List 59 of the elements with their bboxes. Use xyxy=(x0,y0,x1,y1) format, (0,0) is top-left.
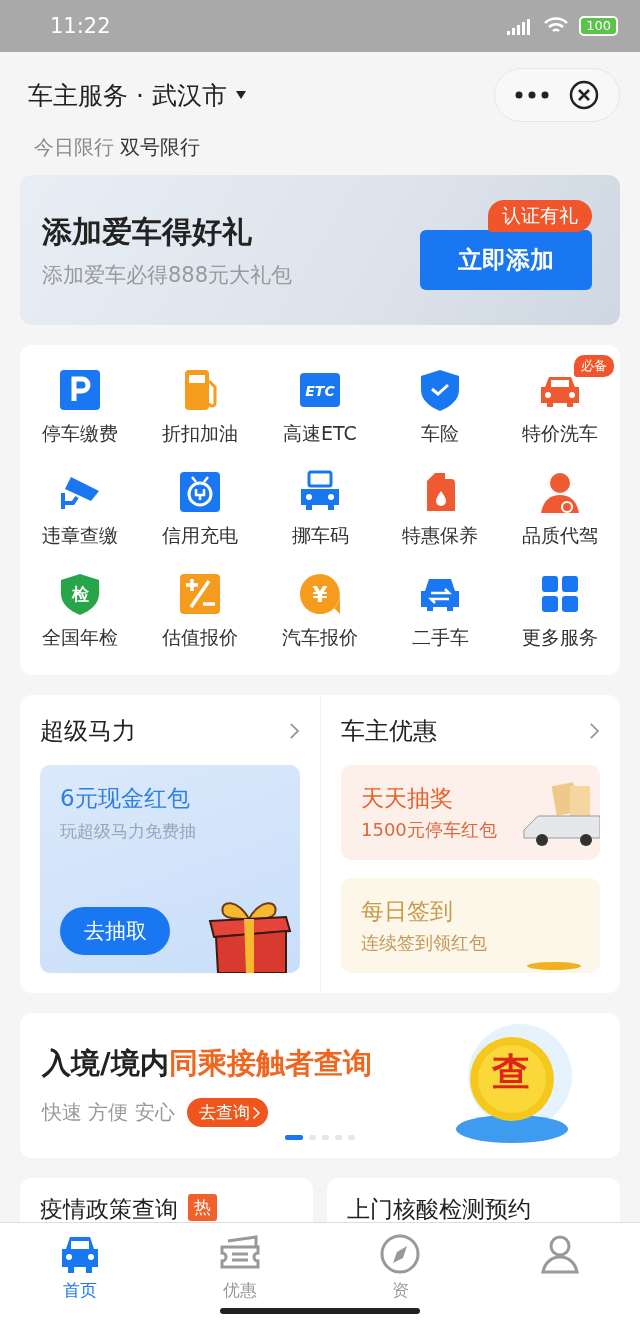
deal-subtitle: 连续签到领红包 xyxy=(361,931,488,955)
battery-level: 100 xyxy=(579,16,618,36)
service-label[interactable]: 折扣加油 xyxy=(162,421,238,447)
service-label[interactable]: 停车缴费 xyxy=(42,421,118,447)
service-label[interactable]: 特惠保养 xyxy=(402,523,478,549)
service-card[interactable]: 疫情政策查询 热 xyxy=(20,1178,313,1222)
service-label[interactable]: 估值报价 xyxy=(162,625,238,651)
service-label[interactable]: 信用充电 xyxy=(162,523,238,549)
more-icon[interactable] xyxy=(515,91,549,99)
section-heading: 车主优惠 xyxy=(341,716,437,747)
lottery-card[interactable]: 6元现金红包 玩超级马力免费抽 去抽取 xyxy=(40,765,300,973)
calculator-icon xyxy=(177,571,223,617)
chevron-icon xyxy=(289,722,300,740)
service-card[interactable]: 上门核酸检测预约 xyxy=(327,1178,620,1222)
service-label[interactable]: 车险 xyxy=(421,421,459,447)
price-tag-icon: ¥ xyxy=(297,571,343,617)
card-title: 上门核酸检测预约 xyxy=(347,1195,531,1222)
service-badge: 必备 xyxy=(574,355,615,377)
service-label[interactable]: 全国年检 xyxy=(42,625,118,651)
compass-icon xyxy=(378,1233,422,1275)
promo-title-highlight: 同乘接触者查询 xyxy=(168,1045,372,1082)
promo-badge: 认证有礼 xyxy=(488,200,592,232)
card-subtitle: 玩超级马力免费抽 xyxy=(60,820,197,843)
service-label[interactable]: 特价洗车 xyxy=(522,421,598,447)
section-heading: 超级马力 xyxy=(40,716,136,747)
page-title: 车主服务 · 武汉市 xyxy=(28,79,227,112)
deal-title: 天天抽奖 xyxy=(361,784,454,813)
service-label[interactable]: 品质代驾 xyxy=(522,523,598,549)
parking-icon xyxy=(57,367,103,413)
coin-icon xyxy=(526,961,582,971)
deal-subtitle: 1500元停车红包 xyxy=(361,818,498,842)
tab[interactable]: 首页 xyxy=(0,1233,160,1302)
banner-title: 添加爱车得好礼 xyxy=(42,212,253,251)
charging-plug-icon xyxy=(177,469,223,515)
promo-tagline: 快速 方便 安心 xyxy=(42,1099,175,1126)
service-label[interactable]: 更多服务 xyxy=(522,625,598,651)
hot-badge: 热 xyxy=(188,1194,217,1221)
coin-label: 查 xyxy=(492,1048,530,1096)
close-icon[interactable] xyxy=(569,80,599,110)
service-label[interactable]: 挪车码 xyxy=(291,523,349,549)
restriction-label: 今日限行 xyxy=(34,134,114,161)
service-label[interactable]: 二手车 xyxy=(411,625,469,651)
promo-banner[interactable]: 入境/境内同乘接触者查询 快速 方便 安心 去查询 查 xyxy=(20,1013,620,1158)
card-title: 疫情政策查询 xyxy=(40,1195,178,1222)
banner-subtitle: 添加爱车必得888元大礼包 xyxy=(42,261,293,289)
service-label[interactable]: 汽车报价 xyxy=(282,625,358,651)
chevron-icon xyxy=(251,1105,261,1120)
service-label[interactable]: 高速ETC xyxy=(283,421,357,447)
person-icon xyxy=(538,1233,582,1275)
service-label[interactable]: 违章查缴 xyxy=(42,523,118,549)
restriction-value: 双号限行 xyxy=(120,134,200,161)
chevron-icon xyxy=(589,722,600,740)
draw-button[interactable]: 去抽取 xyxy=(60,907,170,955)
add-car-button[interactable]: 立即添加 xyxy=(420,230,592,290)
dropdown-caret-icon[interactable] xyxy=(234,90,247,100)
deal-title: 每日签到 xyxy=(361,897,454,926)
card-title: 6元现金红包 xyxy=(60,784,191,813)
promo-title: 入境/境内 xyxy=(42,1045,169,1082)
status-time: 11:22 xyxy=(50,14,111,38)
